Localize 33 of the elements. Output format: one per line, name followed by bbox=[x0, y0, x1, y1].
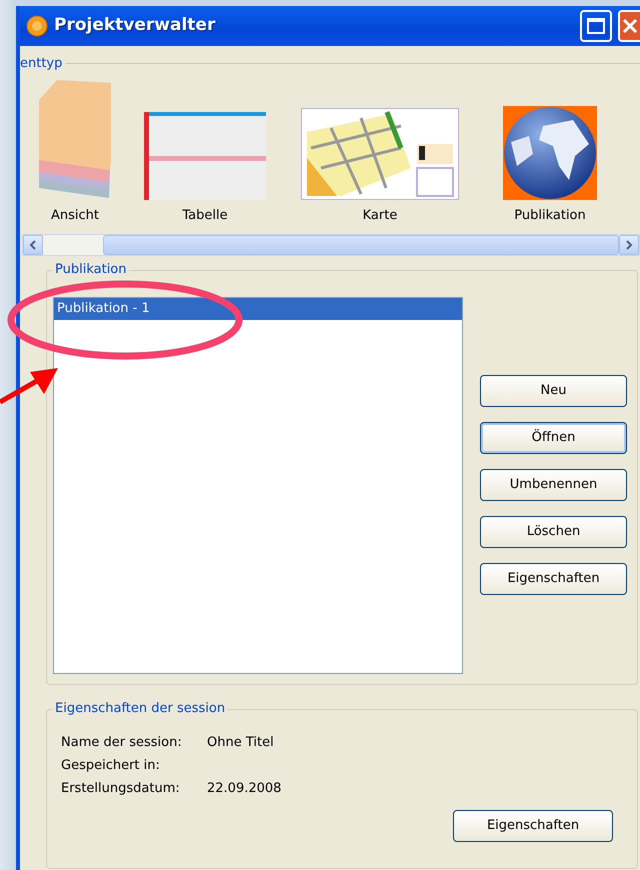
annotation-arrow bbox=[0, 368, 58, 404]
field-label: Gespeichert in: bbox=[61, 756, 161, 774]
field-value: Ohne Titel bbox=[207, 734, 275, 752]
chevron-left-icon bbox=[29, 240, 37, 250]
type-label[interactable]: Karte bbox=[362, 206, 398, 226]
field-value: 22.09.2008 bbox=[207, 780, 282, 798]
type-label[interactable]: Tabelle bbox=[182, 206, 228, 226]
action-button[interactable]: Neu bbox=[480, 374, 627, 406]
list-item[interactable]: Publikation - 1 bbox=[54, 298, 462, 320]
properties-button[interactable]: Eigenschaften bbox=[453, 810, 613, 842]
layers-icon bbox=[39, 80, 111, 200]
map-icon bbox=[301, 108, 459, 200]
action-button[interactable]: Löschen bbox=[480, 516, 627, 548]
close-icon bbox=[622, 18, 638, 34]
group-legend: enttyp bbox=[20, 54, 62, 74]
close-button[interactable] bbox=[618, 10, 640, 42]
action-button[interactable]: Öffnen bbox=[480, 422, 627, 454]
chevron-right-icon bbox=[625, 240, 633, 250]
maximize-icon bbox=[587, 18, 605, 34]
field-label: Erstellungsdatum: bbox=[61, 780, 181, 798]
action-button[interactable]: Umbenennen bbox=[480, 468, 627, 500]
globe-icon bbox=[503, 106, 597, 200]
type-label[interactable]: Publikation bbox=[514, 206, 586, 226]
window-title: Projektverwalter bbox=[54, 14, 216, 38]
app-logo-icon bbox=[26, 14, 48, 37]
field-label: Name der session: bbox=[61, 734, 183, 752]
type-label[interactable]: Ansicht bbox=[50, 206, 99, 226]
group-legend: Eigenschaften der session bbox=[53, 700, 228, 718]
action-button[interactable]: Eigenschaften bbox=[480, 562, 627, 594]
publication-list[interactable]: Publikation - 1 bbox=[53, 296, 463, 674]
table-grid-icon bbox=[144, 112, 266, 200]
maximize-button[interactable] bbox=[580, 10, 612, 42]
horizontal-scrollbar[interactable] bbox=[22, 234, 640, 256]
